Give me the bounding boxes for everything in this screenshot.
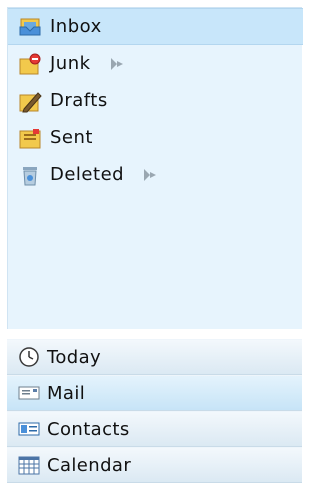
mail-icon — [17, 382, 41, 404]
sent-icon — [18, 126, 42, 150]
contacts-icon — [17, 418, 41, 440]
calendar-icon — [17, 454, 41, 476]
clock-icon — [17, 346, 41, 368]
folder-label: Inbox — [50, 16, 102, 37]
nav-label: Contacts — [47, 418, 130, 440]
deleted-icon — [18, 163, 42, 187]
nav-contacts[interactable]: Contacts — [7, 411, 302, 447]
deleted-arrow-icon[interactable] — [142, 167, 160, 183]
junk-icon — [18, 52, 42, 76]
folder-label: Junk — [50, 53, 91, 74]
nav-label: Today — [47, 346, 102, 368]
nav-mail[interactable]: Mail — [7, 375, 302, 411]
folder-pane: Inbox Junk Drafts Sent Deleted — [7, 7, 303, 329]
navigation-buttons: Today Mail Contacts Calendar — [7, 339, 302, 483]
folder-drafts[interactable]: Drafts — [8, 82, 303, 119]
nav-label: Mail — [47, 382, 86, 404]
inbox-icon — [18, 15, 42, 39]
folder-inbox[interactable]: Inbox — [8, 8, 303, 45]
junk-arrow-icon[interactable] — [109, 56, 127, 72]
drafts-icon — [18, 89, 42, 113]
folder-deleted[interactable]: Deleted — [8, 156, 303, 193]
folder-label: Sent — [50, 127, 93, 148]
folder-sent[interactable]: Sent — [8, 119, 303, 156]
nav-today[interactable]: Today — [7, 339, 302, 375]
nav-label: Calendar — [47, 454, 132, 476]
folder-label: Deleted — [50, 164, 125, 185]
nav-calendar[interactable]: Calendar — [7, 447, 302, 483]
folder-label: Drafts — [50, 90, 108, 111]
folder-junk[interactable]: Junk — [8, 45, 303, 82]
